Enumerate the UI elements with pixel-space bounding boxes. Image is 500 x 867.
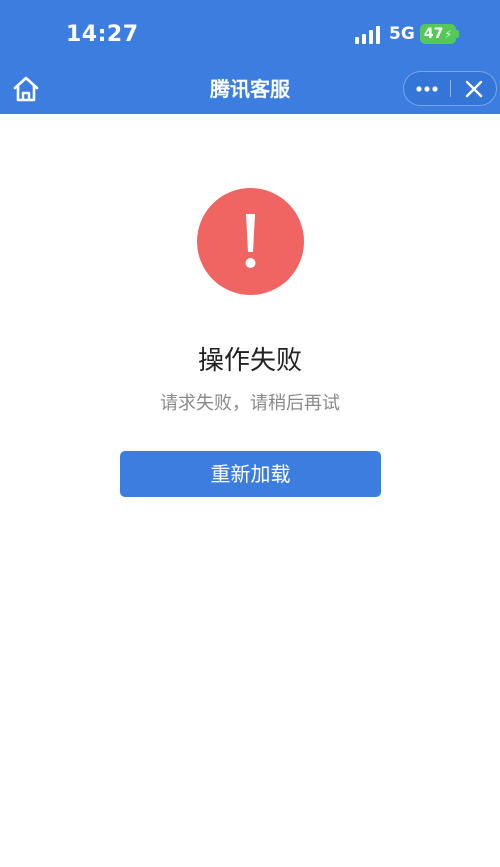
home-icon[interactable] bbox=[10, 74, 42, 104]
status-time: 14:27 bbox=[66, 22, 139, 47]
error-title: 操作失败 bbox=[197, 346, 302, 376]
battery-cap bbox=[456, 30, 459, 38]
screen: 14:27 5G 47 ⚡ 腾讯客服 操作失败 请求失败，请稍后再试 重新加载 bbox=[0, 0, 500, 867]
page-title: 腾讯客服 bbox=[210, 77, 290, 101]
battery-level: 47 bbox=[423, 26, 444, 42]
exclamation-icon bbox=[197, 188, 304, 295]
battery-indicator: 47 ⚡ bbox=[420, 24, 456, 44]
close-icon bbox=[465, 80, 483, 97]
top-bar: 14:27 5G 47 ⚡ 腾讯客服 bbox=[0, 0, 500, 114]
charging-bolt-icon: ⚡ bbox=[444, 27, 453, 41]
more-button[interactable] bbox=[404, 72, 450, 105]
signal-bars-icon bbox=[355, 26, 380, 44]
error-message: 请求失败，请稍后再试 bbox=[160, 393, 340, 414]
network-type: 5G bbox=[389, 24, 415, 44]
reload-button[interactable]: 重新加载 bbox=[120, 451, 381, 497]
more-dots-icon bbox=[416, 85, 438, 92]
mini-program-capsule bbox=[403, 71, 497, 106]
close-button[interactable] bbox=[451, 72, 497, 105]
